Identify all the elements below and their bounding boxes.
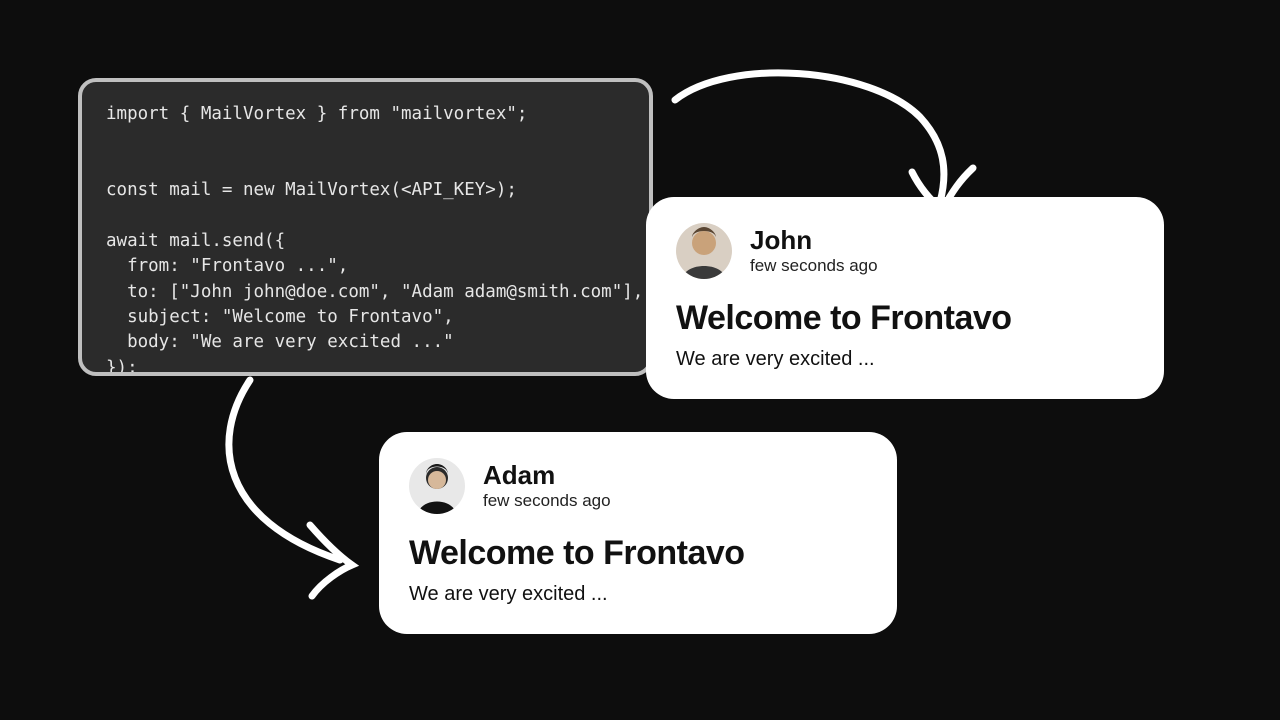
avatar (676, 223, 732, 279)
mail-subject: Welcome to Frontavo (409, 534, 867, 573)
mail-card-adam: Adam few seconds ago Welcome to Frontavo… (379, 432, 897, 634)
card-meta: John few seconds ago (750, 226, 878, 277)
mail-card-john: John few seconds ago Welcome to Frontavo… (646, 197, 1164, 399)
recipient-name: Adam (483, 461, 611, 490)
recipient-name: John (750, 226, 878, 255)
timestamp: few seconds ago (483, 491, 611, 511)
mail-subject: Welcome to Frontavo (676, 299, 1134, 338)
code-snippet: import { MailVortex } from "mailvortex";… (106, 102, 625, 376)
card-header: John few seconds ago (676, 223, 1134, 279)
card-header: Adam few seconds ago (409, 458, 867, 514)
mail-body: We are very excited ... (676, 348, 1134, 371)
timestamp: few seconds ago (750, 256, 878, 276)
mail-body: We are very excited ... (409, 583, 867, 606)
arrow-icon (190, 370, 410, 600)
code-panel: import { MailVortex } from "mailvortex";… (78, 78, 653, 376)
card-meta: Adam few seconds ago (483, 461, 611, 512)
avatar (409, 458, 465, 514)
